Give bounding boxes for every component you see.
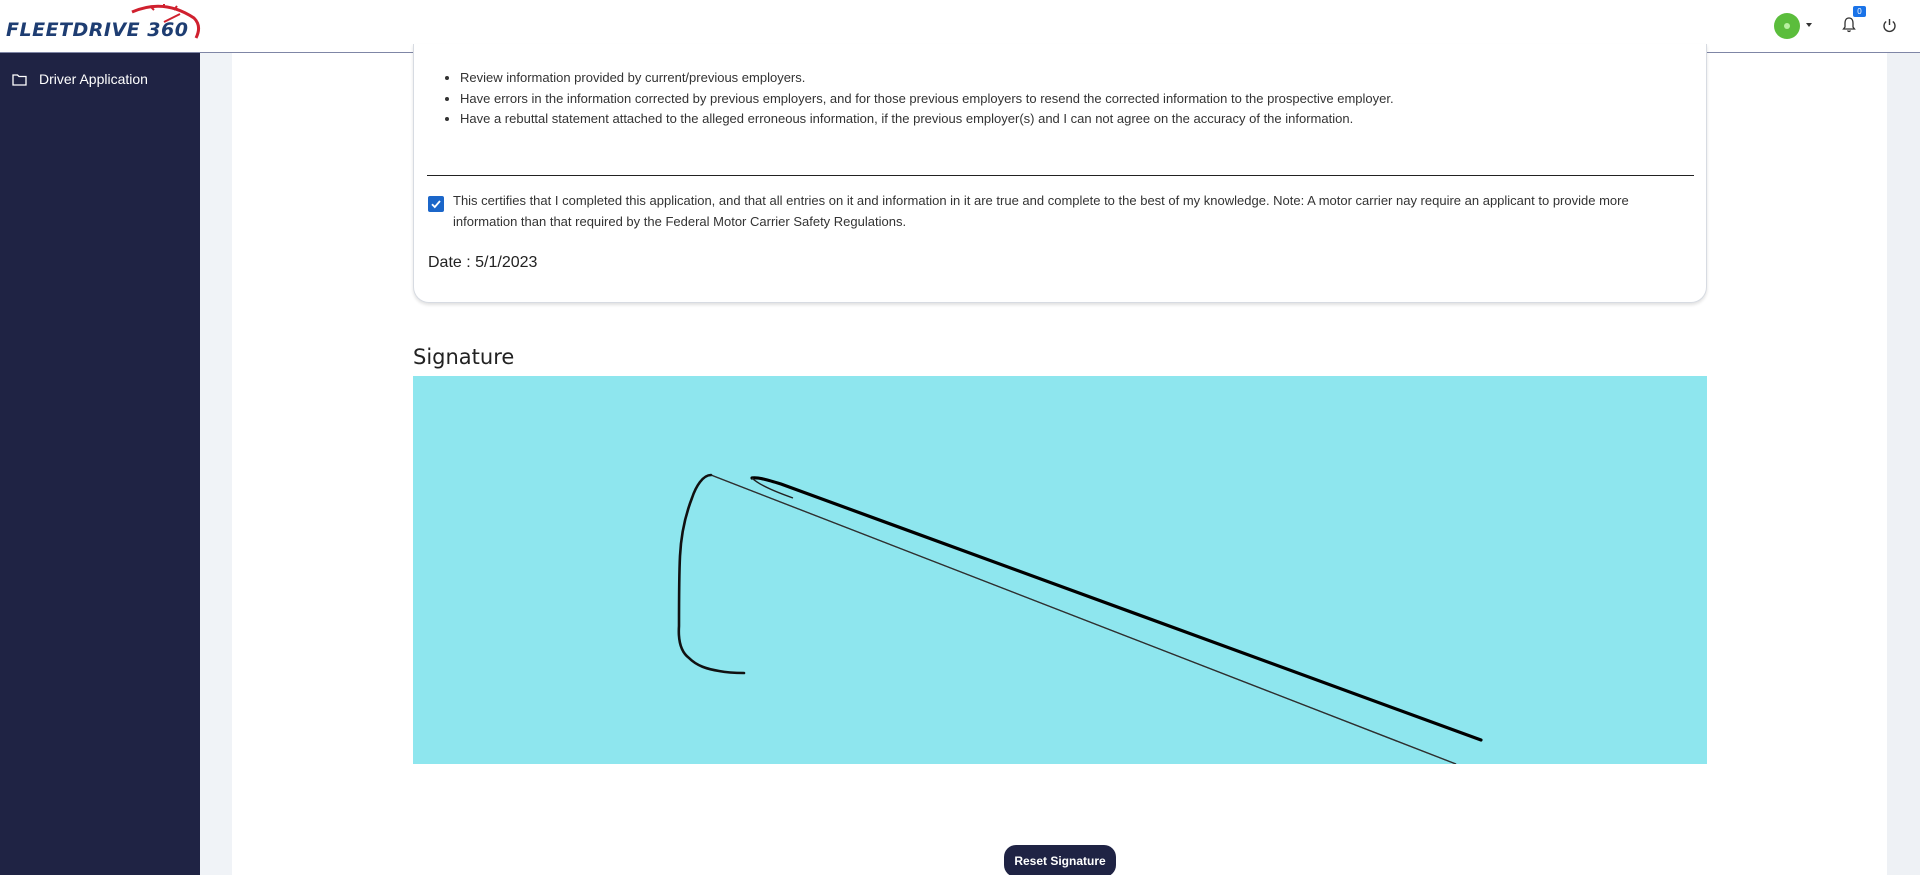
list-item: Have a rebuttal statement attached to th… [460, 109, 1394, 130]
logo-text: FLEETDRIVE 360 [6, 19, 189, 41]
bell-icon[interactable] [1842, 17, 1856, 33]
folder-icon [12, 73, 27, 86]
certification-row: This certifies that I completed this app… [428, 191, 1693, 232]
certification-checkbox[interactable] [428, 196, 444, 212]
list-item: Have errors in the information corrected… [460, 89, 1394, 110]
power-icon[interactable] [1882, 18, 1897, 33]
certification-card: Review information provided by current/p… [413, 44, 1707, 303]
status-dot [1784, 23, 1790, 29]
date-label: Date : 5/1/2023 [428, 254, 538, 271]
signature-title: Signature [413, 345, 515, 369]
user-avatar[interactable] [1774, 13, 1800, 39]
certification-text: This certifies that I completed this app… [453, 193, 1629, 229]
signature-stroke [677, 473, 1483, 764]
sidebar: Driver Application [0, 53, 200, 875]
fleetdrive-logo[interactable]: FLEETDRIVE 360 [4, 4, 204, 48]
sidebar-item-driver-application[interactable]: Driver Application [12, 71, 148, 87]
check-icon [431, 200, 441, 209]
rights-list: Review information provided by current/p… [460, 68, 1394, 130]
chevron-down-icon[interactable] [1806, 23, 1812, 27]
signature-pad[interactable] [413, 376, 1707, 764]
notification-badge: 0 [1853, 6, 1866, 17]
sidebar-item-label: Driver Application [39, 71, 148, 87]
reset-signature-button[interactable]: Reset Signature [1004, 845, 1116, 875]
list-item: Review information provided by current/p… [460, 68, 1394, 89]
right-gutter [1887, 53, 1920, 875]
divider [427, 175, 1694, 176]
